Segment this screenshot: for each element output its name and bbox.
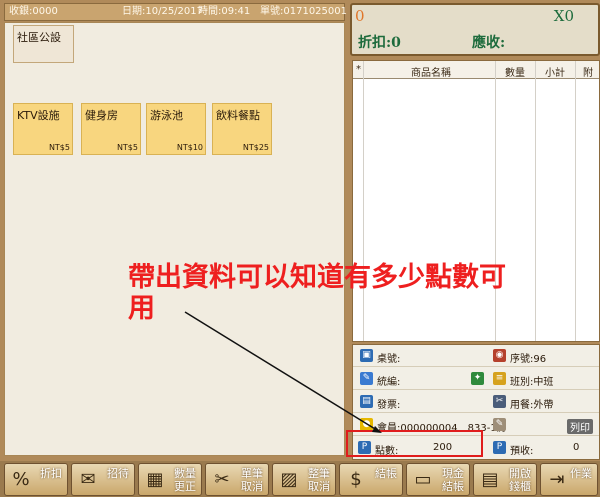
cash-drawer-icon: ▤ [481,469,499,490]
print-button[interactable]: 列印 [567,419,593,434]
item-tile-gym[interactable]: 健身房 NT$5 [81,103,141,155]
scissors-icon: ✂ [214,469,230,490]
gift-icon: ✉ [80,469,96,490]
order-number-label: 單號:0171025001 [260,6,347,17]
display-quantity: X0 [553,7,574,25]
column-extra: 附 [583,68,593,79]
column-product-name: 商品名稱 [411,68,451,79]
toolbar-label: 整筆取消 [308,467,330,493]
clear-order-icon: ▨ [280,469,298,490]
toolbar-label: 折扣 [40,467,62,480]
toolbar-label: 招待 [107,467,129,480]
item-label: 飲料餐點 [216,109,260,122]
prepaid-icon: P [493,441,506,454]
info-row-table: ▣ 桌號: ◉ 序號:96 [353,345,599,367]
quantity-correct-button[interactable]: ▦ 數量更正 [138,463,202,496]
checkout-hand-icon: $ [350,469,362,490]
category-label: 社區公設 [17,31,61,44]
item-label: KTV設施 [17,109,60,122]
edit-quantity-icon: ▦ [146,469,164,490]
annotation-text: 帶出資料可以知道有多少點數可 用 [128,262,588,324]
column-subtotal: 小計 [545,68,565,79]
percent-icon: % [12,469,30,490]
item-price: NT$5 [116,143,138,152]
item-price: NT$25 [242,143,269,152]
annotation-line-1: 帶出資料可以知道有多少點數可 [128,262,506,293]
shift-note-icon: ≡ [493,372,506,385]
invoice-icon: ▤ [360,395,373,408]
open-drawer-button[interactable]: ▤ 開啟錢櫃 [473,463,537,496]
date-label: 日期:10/25/2017 [122,6,204,17]
category-tile-community[interactable]: 社區公設 [13,25,74,63]
shift-icon: ✦ [471,372,484,385]
column-quantity: 數量 [505,68,525,79]
pencil-icon[interactable]: ✎ [493,418,506,431]
toolbar-label: 結帳 [375,467,397,480]
cancel-line-button[interactable]: ✂ 單筆取消 [205,463,269,496]
time-label: 時間:09:41 [198,6,251,17]
item-tile-drinks[interactable]: 飲料餐點 NT$25 [212,103,272,155]
prepaid-label: 預收: [510,446,534,457]
display-discount: 折扣:0 [358,35,401,51]
cashier-label: 收銀:0000 [9,6,58,17]
display-amount: 0 [355,7,365,25]
item-label: 健身房 [85,109,118,122]
tax-id-icon: ✎ [360,372,373,385]
product-panel: 社區公設 KTV設施 NT$5 健身房 NT$5 游泳池 NT$10 飲料餐點 … [4,22,345,456]
item-tile-ktv[interactable]: KTV設施 NT$5 [13,103,73,155]
table-icon: ▣ [360,349,373,362]
exit-door-icon: ⇥ [549,469,565,490]
customer-display: 0 X0 折扣:0 應收: [350,3,600,56]
meal-type-label[interactable]: 用餐:外帶 [510,396,553,411]
invoice-label[interactable]: 發票: [377,396,400,411]
cancel-order-button[interactable]: ▨ 整筆取消 [272,463,336,496]
info-row-invoice: ▤ 發票: ✂ 用餐:外帶 [353,391,599,413]
complimentary-button[interactable]: ✉ 招待 [71,463,135,496]
discount-button[interactable]: % 折扣 [4,463,68,496]
annotation-line-2: 用 [128,293,155,324]
utensils-icon: ✂ [493,395,506,408]
item-tile-pool[interactable]: 游泳池 NT$10 [146,103,206,155]
column-marker: * [356,64,361,75]
table-label[interactable]: 桌號: [377,350,400,365]
status-strip: 收銀:0000 日期:10/25/2017 時間:09:41 單號:017102… [4,3,347,21]
toolbar-label: 現金結帳 [442,467,464,493]
item-label: 游泳池 [150,109,183,122]
item-price: NT$5 [48,143,70,152]
shift-label[interactable]: 班別:中班 [510,373,553,388]
order-table-header: * 商品名稱 數量 小計 附 [353,61,599,79]
operations-button[interactable]: ⇥ 作業 [540,463,598,496]
cash-checkout-button[interactable]: ▭ 現金結帳 [406,463,470,496]
item-price: NT$10 [176,143,203,152]
toolbar-label: 單筆取消 [241,467,263,493]
serial-label: 序號:96 [510,354,547,365]
display-amount-due: 應收: [472,35,506,51]
tax-id-label[interactable]: 統編: [377,373,400,388]
toolbar-label: 開啟錢櫃 [509,467,531,493]
checkout-button[interactable]: $ 結帳 [339,463,403,496]
points-highlight-box [346,430,483,457]
toolbar-label: 數量更正 [174,467,196,493]
info-row-taxid: ✎ 統編: ✦ ≡ 班別:中班 [353,368,599,390]
prepaid-value: 0 [573,442,580,453]
bottom-toolbar: % 折扣 ✉ 招待 ▦ 數量更正 ✂ 單筆取消 ▨ 整筆取消 $ 結帳 ▭ 現金… [0,461,600,497]
cash-icon: ▭ [414,469,432,490]
serial-icon: ◉ [493,349,506,362]
toolbar-label: 作業 [570,467,592,480]
